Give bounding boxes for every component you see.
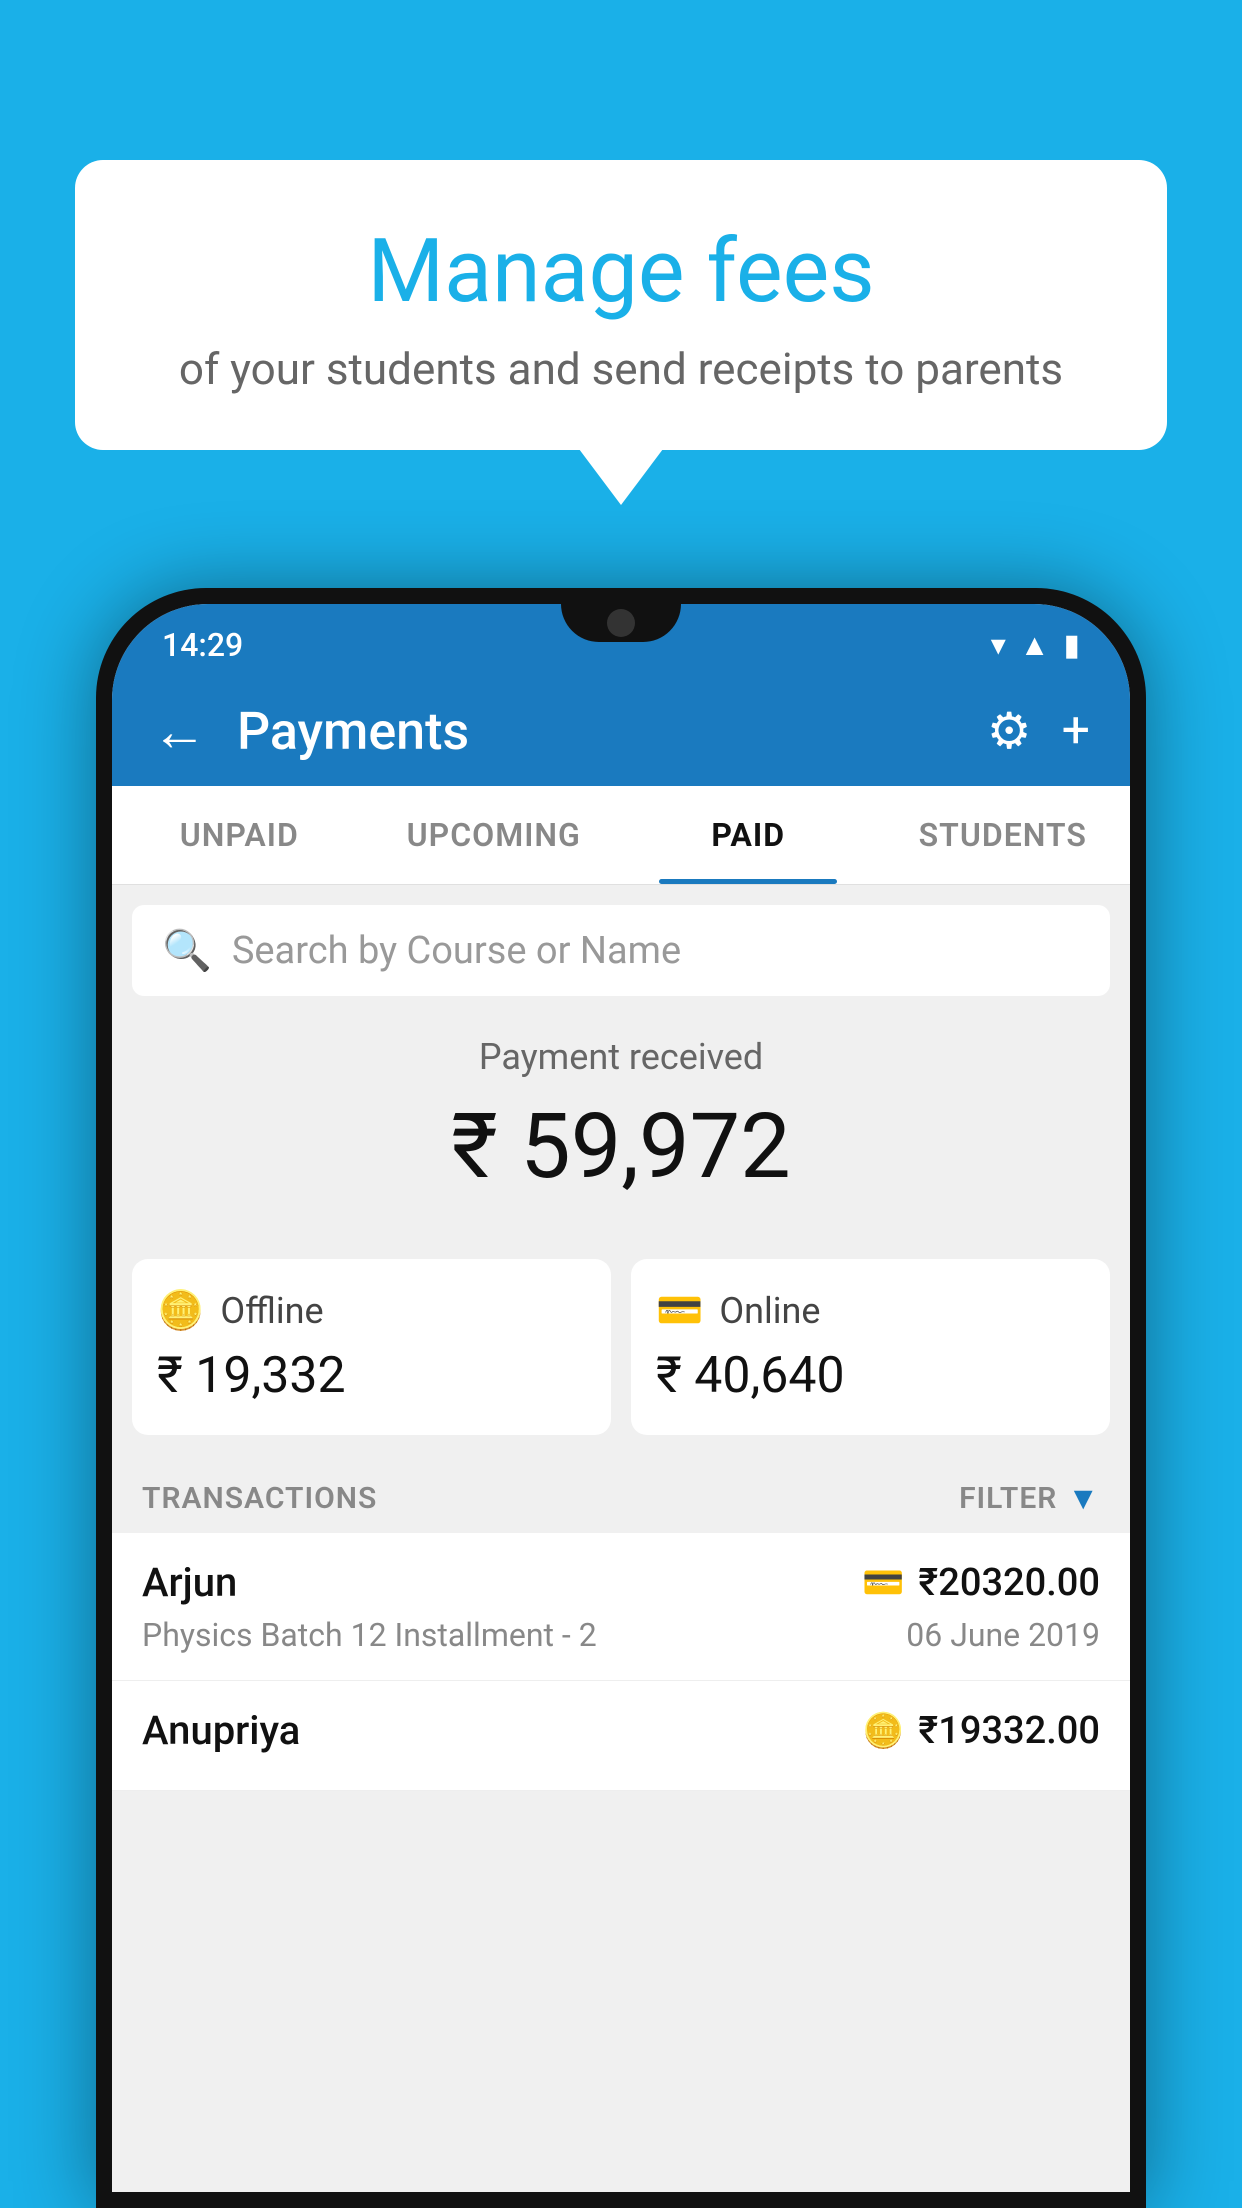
transactions-header: TRANSACTIONS FILTER ▼ [112,1455,1130,1533]
speech-bubble-title: Manage fees [135,220,1107,323]
online-amount: ₹ 40,640 [656,1347,1085,1405]
transaction-amount-anupriya: ₹19332.00 [918,1709,1100,1753]
battery-icon: ▮ [1063,628,1080,663]
transaction-amount-wrap-arjun: 💳 ₹20320.00 [862,1561,1100,1605]
filter-button[interactable]: FILTER ▼ [959,1479,1100,1517]
transaction-date-arjun: 06 June 2019 [906,1616,1100,1654]
search-icon: 🔍 [162,927,212,974]
online-payment-icon: 💳 [862,1563,904,1603]
offline-label: Offline [220,1290,323,1332]
settings-icon[interactable]: ⚙ [987,702,1032,761]
transaction-name-arjun: Arjun [142,1559,237,1606]
status-time: 14:29 [162,626,243,664]
phone-screen: 14:29 ▾ ▲ ▮ ← Payments ⚙ + UNPAID UPCOMI… [112,604,1130,2192]
search-bar[interactable]: 🔍 Search by Course or Name [132,905,1110,996]
transactions-label: TRANSACTIONS [142,1481,377,1516]
signal-icon: ▲ [1020,628,1050,663]
transaction-amount-arjun: ₹20320.00 [918,1561,1100,1605]
tabs: UNPAID UPCOMING PAID STUDENTS [112,786,1130,885]
app-bar-actions: ⚙ + [987,702,1090,761]
offline-amount: ₹ 19,332 [157,1347,586,1405]
app-bar: ← Payments ⚙ + [112,676,1130,786]
offline-payment-icon: 🪙 [862,1711,904,1751]
payment-received-label: Payment received [132,1036,1110,1078]
tab-unpaid[interactable]: UNPAID [112,786,367,884]
filter-icon: ▼ [1067,1479,1100,1517]
transaction-name-anupriya: Anupriya [142,1707,300,1754]
online-card: 💳 Online ₹ 40,640 [631,1259,1110,1435]
offline-card: 🪙 Offline ₹ 19,332 [132,1259,611,1435]
transaction-row-1: Arjun 💳 ₹20320.00 [142,1559,1100,1606]
online-label: Online [719,1290,820,1332]
transaction-amount-wrap-anupriya: 🪙 ₹19332.00 [862,1709,1100,1753]
phone-frame: 14:29 ▾ ▲ ▮ ← Payments ⚙ + UNPAID UPCOMI… [96,588,1146,2208]
wifi-icon: ▾ [991,628,1006,663]
transaction-row-1-anupriya: Anupriya 🪙 ₹19332.00 [142,1707,1100,1754]
online-card-header: 💳 Online [656,1289,1085,1333]
payment-cards: 🪙 Offline ₹ 19,332 💳 Online ₹ 40,640 [112,1259,1130,1455]
tab-upcoming[interactable]: UPCOMING [367,786,622,884]
transaction-item-anupriya[interactable]: Anupriya 🪙 ₹19332.00 [112,1681,1130,1791]
payment-total: ₹ 59,972 [132,1094,1110,1199]
speech-bubble: Manage fees of your students and send re… [75,160,1167,450]
back-button[interactable]: ← [152,699,207,764]
status-icons: ▾ ▲ ▮ [991,628,1080,663]
search-placeholder: Search by Course or Name [232,929,681,973]
content-area: 🔍 Search by Course or Name Payment recei… [112,885,1130,2192]
tab-students[interactable]: STUDENTS [876,786,1131,884]
transaction-item-arjun[interactable]: Arjun 💳 ₹20320.00 Physics Batch 12 Insta… [112,1533,1130,1681]
online-icon: 💳 [656,1289,703,1333]
filter-label: FILTER [959,1481,1057,1516]
offline-card-header: 🪙 Offline [157,1289,586,1333]
phone-notch [561,604,681,642]
speech-bubble-subtitle: of your students and send receipts to pa… [135,343,1107,395]
app-bar-title: Payments [237,701,957,762]
offline-icon: 🪙 [157,1289,204,1333]
tab-paid[interactable]: PAID [621,786,876,884]
transaction-desc-arjun: Physics Batch 12 Installment - 2 [142,1616,597,1654]
transaction-row-2-arjun: Physics Batch 12 Installment - 2 06 June… [142,1616,1100,1654]
add-icon[interactable]: + [1062,702,1090,760]
payment-summary: Payment received ₹ 59,972 [112,996,1130,1259]
